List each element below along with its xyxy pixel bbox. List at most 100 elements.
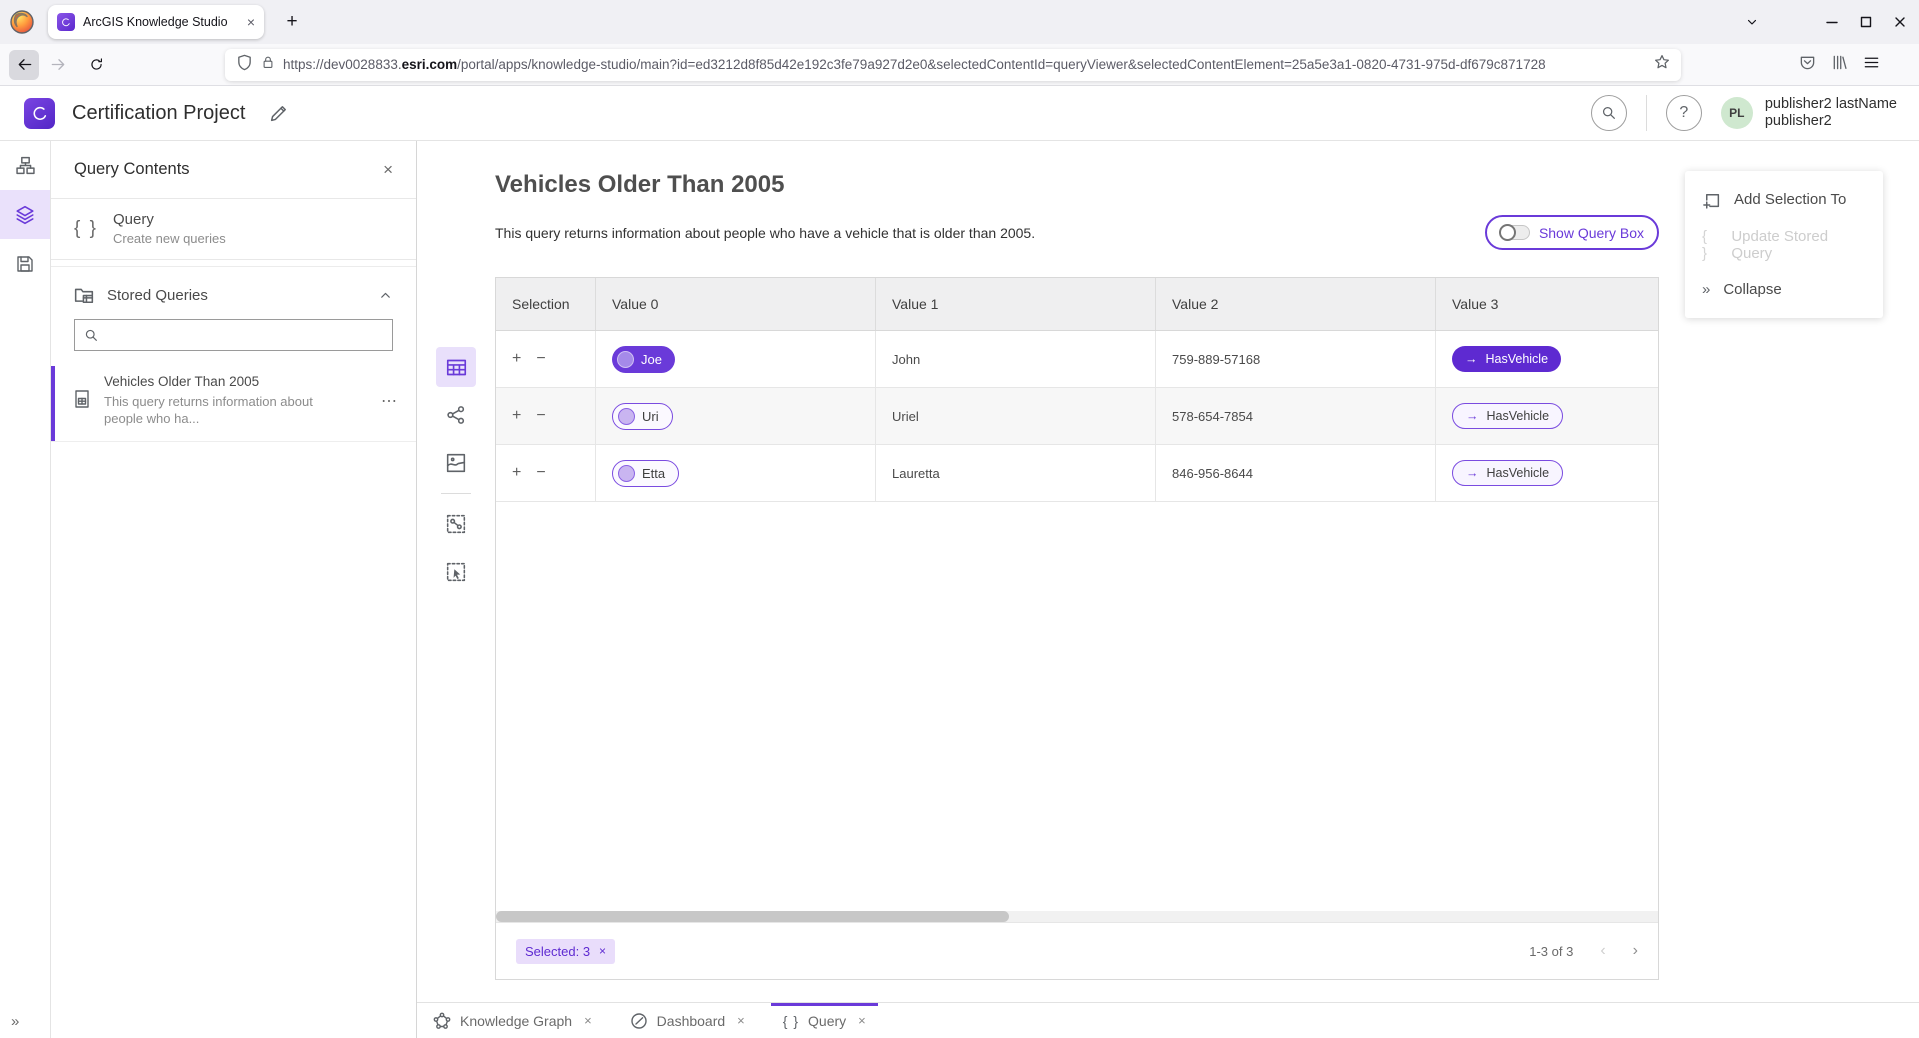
entity-pill[interactable]: Joe	[612, 346, 675, 373]
horizontal-scrollbar[interactable]	[496, 911, 1658, 922]
column-header[interactable]: Value 3	[1436, 278, 1658, 330]
shield-icon[interactable]	[236, 54, 253, 76]
library-icon[interactable]	[1831, 54, 1848, 76]
add-to-link-chart-button[interactable]	[436, 504, 476, 544]
table-row[interactable]: + − Joe John 759-889-57168 →HasVehicle	[496, 331, 1658, 388]
close-window-icon[interactable]	[1883, 0, 1917, 44]
rail-item-project-hierarchy[interactable]	[0, 141, 50, 190]
table-row[interactable]: + − Uri Uriel 578-654-7854 →HasVehicle	[496, 388, 1658, 445]
new-tab-button[interactable]: +	[278, 8, 306, 36]
avatar[interactable]: PL	[1721, 97, 1753, 129]
remove-selection-icon[interactable]: −	[536, 407, 545, 425]
back-icon[interactable]	[9, 50, 39, 80]
panel-close-icon[interactable]: ×	[383, 160, 393, 180]
rail-item-save[interactable]	[0, 239, 50, 288]
relationship-arrow-icon: →	[1466, 409, 1479, 423]
search-icon	[84, 328, 99, 343]
relationship-pill[interactable]: →HasVehicle	[1452, 346, 1561, 372]
cell-value: Uriel	[876, 388, 1156, 444]
edit-title-icon[interactable]	[269, 104, 288, 123]
stored-query-item[interactable]: Vehicles Older Than 2005 This query retu…	[51, 366, 416, 442]
add-selection-icon[interactable]: +	[512, 464, 521, 482]
section-separator	[51, 260, 416, 267]
pagination-range: 1-3 of 3	[1529, 944, 1573, 959]
show-query-box-toggle[interactable]: Show Query Box	[1485, 215, 1659, 250]
pocket-icon[interactable]	[1799, 54, 1816, 76]
stored-query-doc-icon	[73, 390, 91, 408]
map-view-button[interactable]	[436, 443, 476, 483]
firefox-icon[interactable]	[9, 9, 35, 35]
remove-selection-icon[interactable]: −	[536, 464, 545, 482]
help-button[interactable]: ?	[1666, 95, 1702, 131]
remove-selection-icon[interactable]: −	[536, 350, 545, 368]
tab-close-icon[interactable]: ×	[247, 14, 255, 30]
browser-tab-bar: ArcGIS Knowledge Studio × +	[0, 0, 1919, 44]
menu-hamburger-icon[interactable]	[1863, 54, 1880, 76]
table-row[interactable]: + − Etta Lauretta 846-956-8644 →HasVehic…	[496, 445, 1658, 502]
bookmark-star-icon[interactable]	[1654, 54, 1670, 75]
link-chart-icon	[446, 405, 466, 425]
maximize-icon[interactable]	[1849, 0, 1883, 44]
page-previous-icon[interactable]: ‹	[1600, 942, 1605, 960]
braces-icon: { }	[1702, 228, 1718, 262]
entity-pill[interactable]: Uri	[612, 403, 673, 430]
tab-query[interactable]: { } Query ×	[771, 1003, 878, 1038]
selection-tool-button[interactable]	[436, 552, 476, 592]
close-tab-icon[interactable]: ×	[858, 1013, 866, 1028]
selected-count-chip[interactable]: Selected: 3 ×	[516, 939, 615, 964]
close-tab-icon[interactable]: ×	[584, 1013, 592, 1028]
stored-queries-search-input[interactable]	[74, 319, 393, 351]
double-chevron-icon: »	[1702, 281, 1710, 298]
expand-rail-icon[interactable]: »	[11, 1013, 19, 1030]
stored-queries-header[interactable]: Stored Queries	[51, 267, 416, 317]
column-header[interactable]: Value 2	[1156, 278, 1436, 330]
menu-item-collapse[interactable]: » Collapse	[1685, 267, 1883, 312]
workspace-tab-bar: Knowledge Graph × Dashboard × { } Query …	[417, 1002, 1919, 1038]
tab-dashboard[interactable]: Dashboard ×	[618, 1003, 757, 1038]
column-header[interactable]: Value 0	[596, 278, 876, 330]
tab-list-icon[interactable]	[1735, 0, 1769, 44]
page-next-icon[interactable]: ›	[1633, 942, 1638, 960]
menu-item-add-selection-to[interactable]: Add Selection To	[1685, 177, 1883, 222]
table-view-button[interactable]	[436, 347, 476, 387]
column-header[interactable]: Value 1	[876, 278, 1156, 330]
minimize-icon[interactable]	[1815, 0, 1849, 44]
relationship-pill[interactable]: →HasVehicle	[1452, 460, 1563, 486]
entity-node-icon	[618, 408, 635, 425]
user-name: publisher2 lastName	[1765, 96, 1897, 113]
view-toolbar	[436, 347, 476, 592]
query-item[interactable]: { } Query Create new queries	[51, 199, 416, 260]
menu-item-update-stored-query[interactable]: { } Update Stored Query	[1685, 222, 1883, 267]
scrollbar-thumb[interactable]	[496, 911, 1009, 922]
project-title: Certification Project	[72, 102, 245, 125]
tab-knowledge-graph[interactable]: Knowledge Graph ×	[421, 1003, 604, 1038]
close-tab-icon[interactable]: ×	[737, 1013, 745, 1028]
header-divider	[1646, 95, 1647, 131]
forward-icon[interactable]	[43, 50, 73, 80]
save-icon	[16, 255, 34, 273]
add-selection-icon[interactable]: +	[512, 407, 521, 425]
add-selection-to-icon	[1702, 190, 1721, 209]
entity-node-icon	[618, 465, 635, 482]
search-button[interactable]	[1591, 95, 1627, 131]
sitemap-icon	[16, 156, 35, 175]
url-bar[interactable]: https://dev0028833.esri.com/portal/apps/…	[225, 49, 1681, 81]
layers-icon	[15, 205, 35, 225]
browser-tab[interactable]: ArcGIS Knowledge Studio ×	[48, 5, 264, 39]
rail-item-contents[interactable]	[0, 190, 50, 239]
arcgis-favicon	[57, 13, 75, 31]
reload-icon[interactable]	[81, 50, 111, 80]
stored-query-description: This query returns information about peo…	[104, 393, 336, 427]
link-chart-view-button[interactable]	[436, 395, 476, 435]
app-logo	[24, 98, 55, 129]
entity-pill[interactable]: Etta	[612, 460, 679, 487]
user-info[interactable]: publisher2 lastName publisher2	[1765, 96, 1897, 130]
left-rail: »	[0, 141, 51, 1038]
column-header[interactable]: Selection	[496, 278, 596, 330]
clear-selection-icon[interactable]: ×	[599, 944, 606, 958]
toggle-track[interactable]	[1500, 225, 1530, 240]
add-selection-icon[interactable]: +	[512, 350, 521, 368]
stored-query-kebab-icon[interactable]: ⋯	[381, 391, 398, 411]
lock-icon[interactable]	[261, 55, 275, 74]
relationship-pill[interactable]: →HasVehicle	[1452, 403, 1563, 429]
